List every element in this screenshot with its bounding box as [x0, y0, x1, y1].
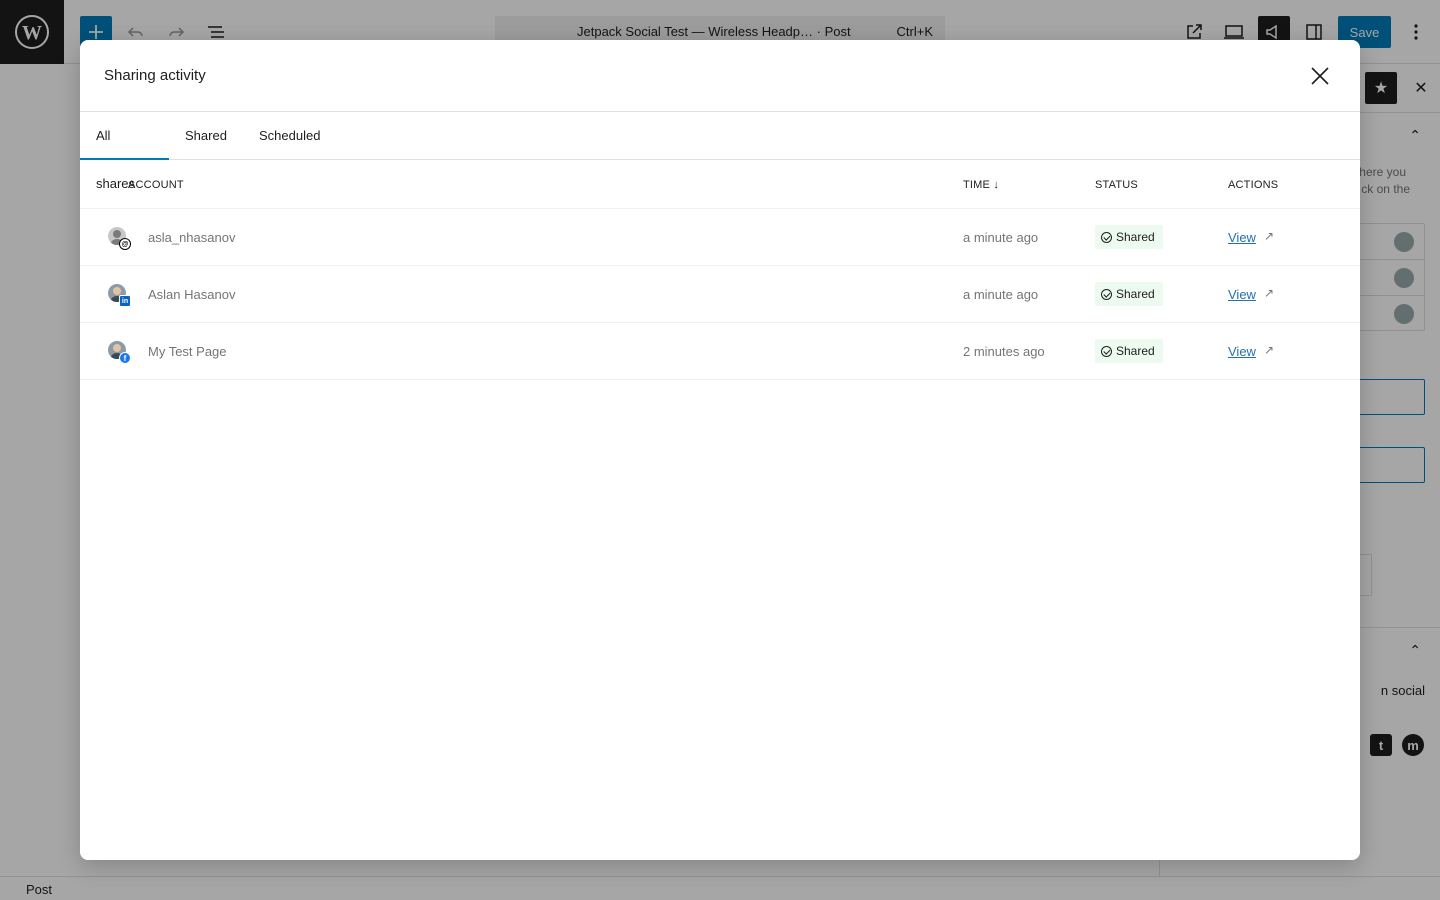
table-header: Account Time ↓ Status Actions [80, 160, 1360, 209]
status-label: Shared [1116, 344, 1155, 358]
column-header-actions: Actions [1228, 179, 1279, 191]
linkedin-icon: in [119, 295, 131, 307]
view-link[interactable]: View [1228, 287, 1256, 302]
shares-table: Account Time ↓ Status Actions @ asla_nha… [80, 160, 1360, 380]
tab-scheduled[interactable]: Scheduled [243, 112, 336, 160]
view-link[interactable]: View [1228, 344, 1256, 359]
table-row: f My Test Page 2 minutes ago Shared View… [80, 323, 1360, 380]
check-circle-icon [1101, 345, 1112, 357]
status-label: Shared [1116, 230, 1155, 244]
avatar: @ [108, 227, 131, 250]
sharing-activity-modal: Sharing activity All shares Shared Sched… [80, 40, 1360, 860]
check-circle-icon [1101, 288, 1112, 300]
modal-header: Sharing activity [80, 40, 1360, 112]
check-circle-icon [1101, 231, 1112, 243]
modal-title: Sharing activity [104, 67, 206, 84]
close-icon[interactable] [1304, 60, 1336, 92]
external-link-icon: ↗ [1264, 229, 1275, 243]
column-header-time[interactable]: Time ↓ [963, 179, 999, 191]
share-time: 2 minutes ago [963, 344, 1045, 359]
column-header-status: Status [1095, 179, 1138, 191]
table-row: @ asla_nhasanov a minute ago Shared View… [80, 209, 1360, 266]
status-badge: Shared [1095, 282, 1163, 306]
account-name: My Test Page [148, 344, 227, 359]
view-link[interactable]: View [1228, 230, 1256, 245]
account-name: asla_nhasanov [148, 230, 236, 245]
facebook-icon: f [119, 352, 131, 364]
modal-tabs: All shares Shared Scheduled [80, 112, 1360, 191]
share-time: a minute ago [963, 287, 1039, 302]
share-time: a minute ago [963, 230, 1039, 245]
column-header-account: Account [128, 179, 184, 191]
tab-all-shares[interactable]: All shares [80, 112, 169, 191]
tab-shared[interactable]: Shared [169, 112, 243, 160]
status-badge: Shared [1095, 339, 1163, 363]
avatar: in [108, 284, 131, 307]
account-name: Aslan Hasanov [148, 287, 236, 302]
table-row: in Aslan Hasanov a minute ago Shared Vie… [80, 266, 1360, 323]
threads-icon: @ [119, 238, 131, 250]
external-link-icon: ↗ [1264, 286, 1275, 300]
status-badge: Shared [1095, 225, 1163, 249]
avatar: f [108, 341, 131, 364]
status-label: Shared [1116, 287, 1155, 301]
external-link-icon: ↗ [1264, 343, 1275, 357]
